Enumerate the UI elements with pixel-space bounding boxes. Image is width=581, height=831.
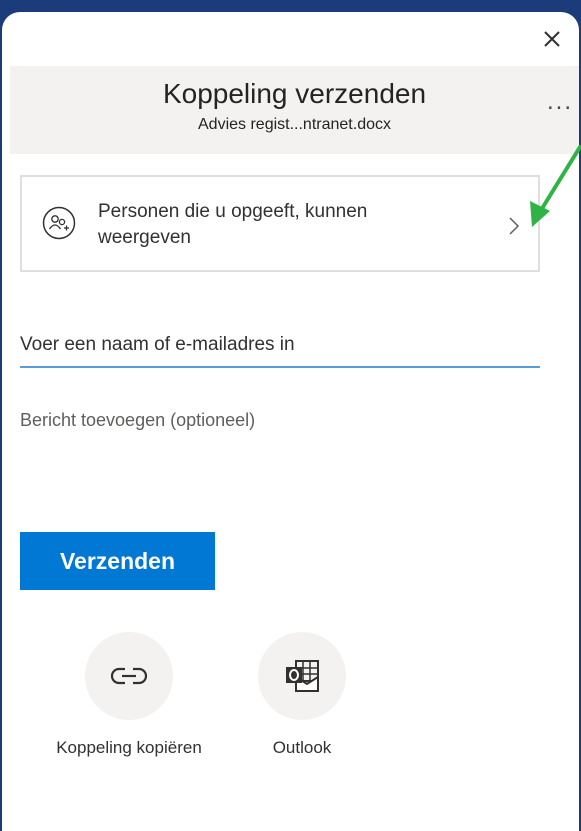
chevron-right-icon (509, 217, 520, 235)
file-name: Advies regist...ntranet.docx (198, 116, 391, 133)
people-icon (42, 206, 76, 240)
outlook-option[interactable]: Outlook (252, 632, 352, 758)
copy-link-label: Koppeling kopiëren (56, 738, 202, 757)
outlook-label: Outlook (272, 738, 332, 757)
outlook-icon (286, 660, 319, 692)
send-link-dialog: Koppeling verzenden Advies regist...ntra… (2, 12, 579, 831)
close-icon[interactable] (539, 26, 565, 52)
send-button[interactable]: Verzenden (20, 532, 215, 590)
message-input[interactable] (20, 410, 540, 510)
permission-label: Personen die u opgeeft, kunnen weergeven (98, 201, 368, 248)
link-icon (110, 667, 148, 685)
dialog-header: Koppeling verzenden Advies regist...ntra… (10, 66, 579, 154)
outlook-button[interactable] (258, 632, 346, 720)
permission-settings-button[interactable]: Personen die u opgeeft, kunnen weergeven (20, 175, 540, 272)
recipient-input[interactable] (20, 324, 540, 368)
annotation-arrow-icon (530, 145, 581, 227)
copy-link-button[interactable] (85, 632, 173, 720)
more-options-button[interactable]: ... (547, 88, 573, 116)
copy-link-option[interactable]: Koppeling kopiëren (40, 632, 218, 758)
dialog-title: Koppeling verzenden (162, 78, 427, 109)
